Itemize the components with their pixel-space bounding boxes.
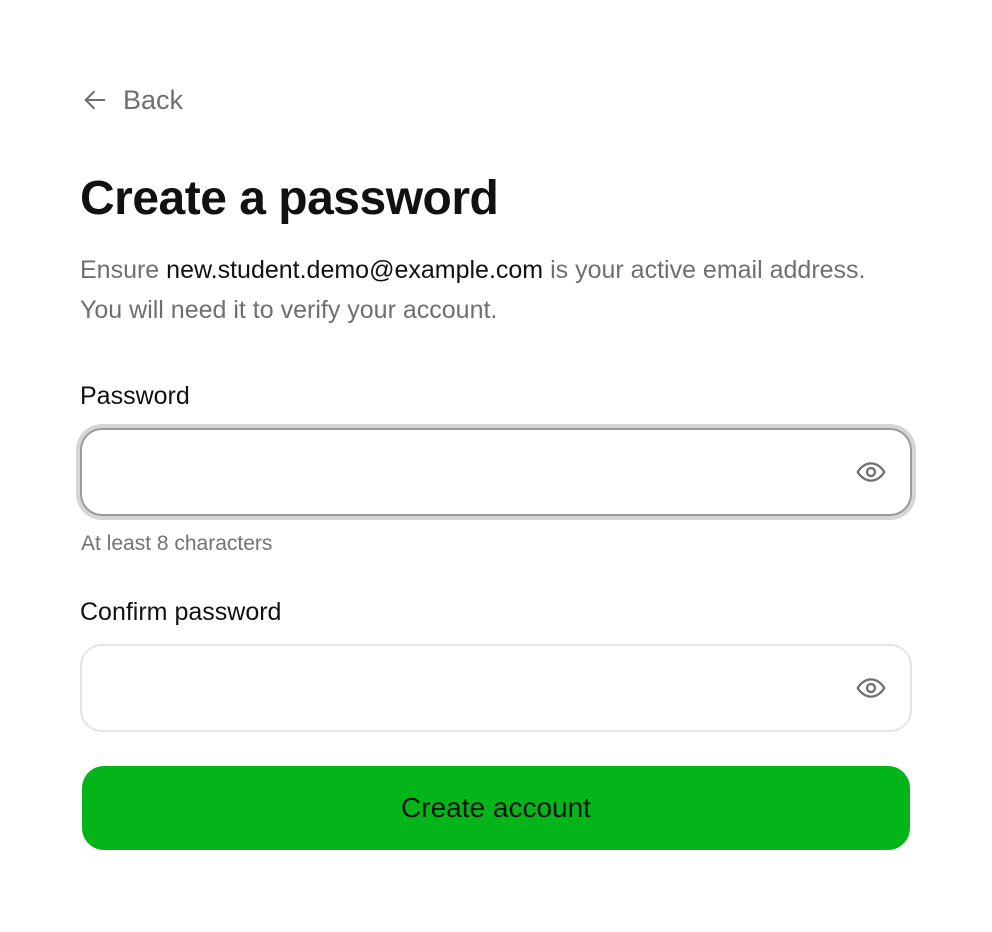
confirm-password-label: Confirm password: [80, 598, 282, 626]
back-link[interactable]: Back: [81, 84, 183, 116]
page-description: Ensure new.student.demo@example.com is y…: [80, 250, 910, 330]
confirm-password-field: [80, 644, 912, 732]
password-field: [80, 428, 912, 516]
create-password-page: Back Create a password Ensure new.studen…: [0, 0, 992, 932]
email-address: new.student.demo@example.com: [166, 256, 544, 284]
password-hint: At least 8 characters: [81, 532, 273, 555]
page-title: Create a password: [80, 172, 499, 225]
back-label: Back: [123, 84, 184, 115]
eye-icon[interactable]: [854, 671, 888, 705]
create-account-button[interactable]: Create account: [82, 766, 910, 850]
eye-icon[interactable]: [854, 455, 888, 489]
confirm-password-input[interactable]: [102, 646, 846, 732]
password-label: Password: [80, 382, 190, 410]
password-input[interactable]: [102, 430, 846, 516]
arrow-left-icon: [81, 86, 109, 114]
description-prefix: Ensure: [80, 256, 167, 284]
